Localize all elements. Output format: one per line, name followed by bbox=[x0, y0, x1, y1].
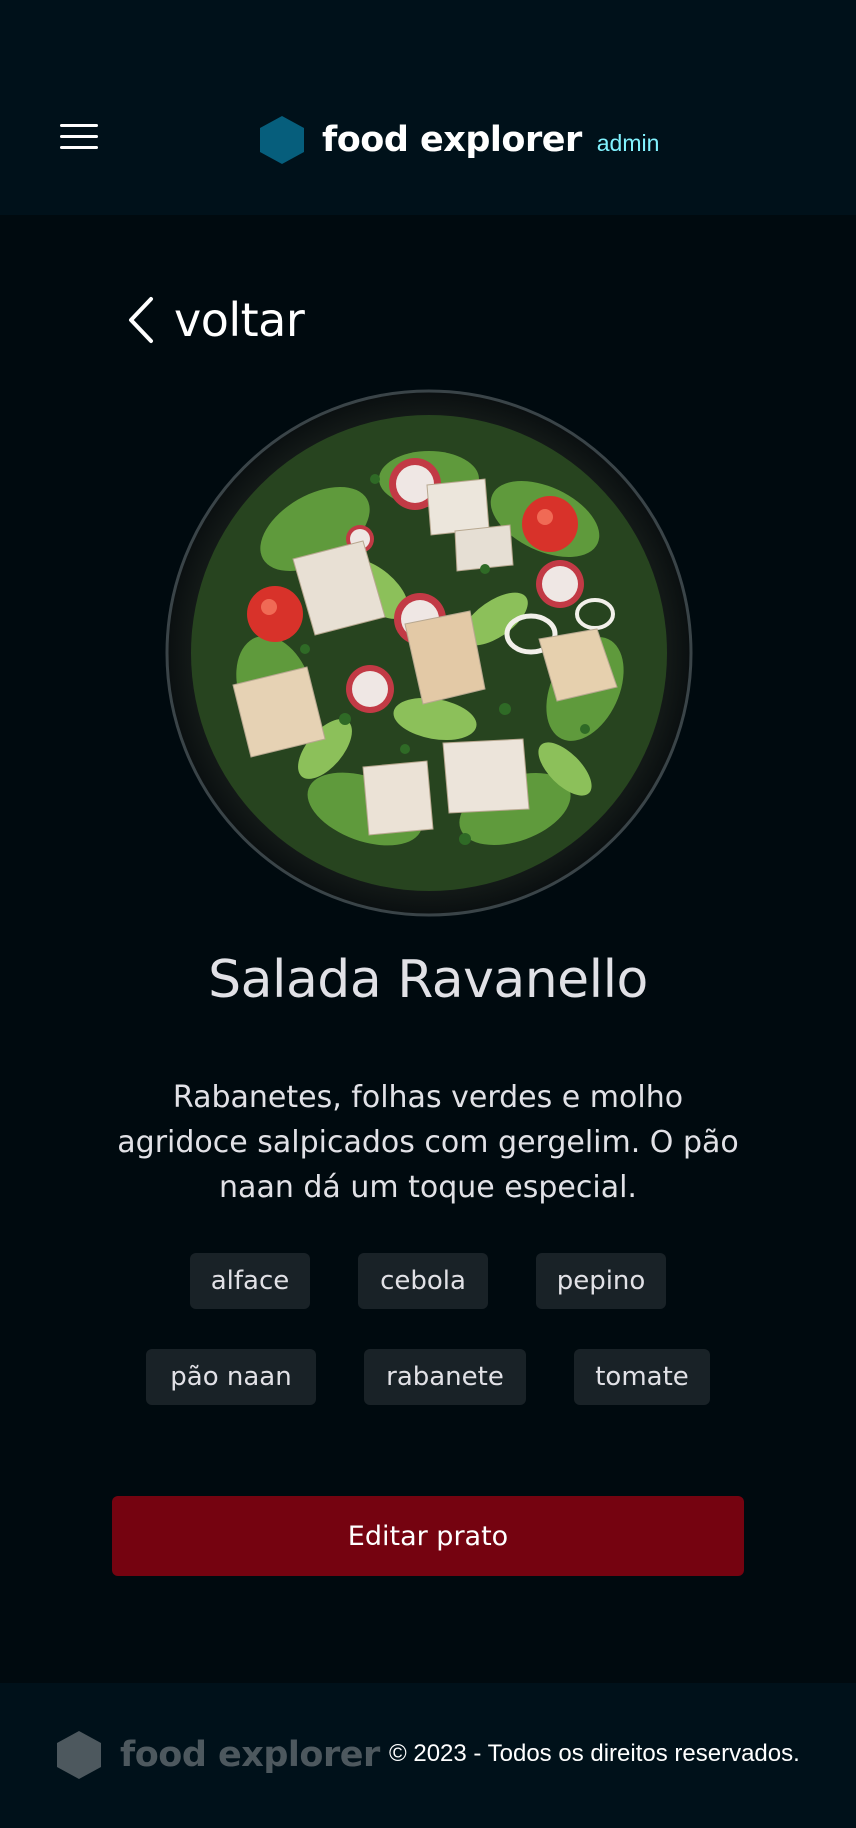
ingredient-tag: alface bbox=[190, 1253, 310, 1309]
ingredient-tag: tomate bbox=[574, 1349, 710, 1405]
ingredient-tag: pepino bbox=[536, 1253, 666, 1309]
chevron-left-icon bbox=[129, 297, 153, 343]
footer-brand-name: food explorer bbox=[120, 1735, 380, 1775]
back-label: voltar bbox=[174, 293, 305, 347]
app-footer: food explorer © 2023 - Todos os direitos… bbox=[0, 1683, 856, 1828]
dish-image bbox=[165, 389, 693, 917]
hexagon-logo-icon bbox=[260, 116, 304, 164]
role-badge: admin bbox=[596, 129, 660, 156]
menu-icon[interactable] bbox=[60, 120, 98, 152]
ingredient-tag: rabanete bbox=[364, 1349, 526, 1405]
ingredient-tag: cebola bbox=[358, 1253, 488, 1309]
dish-title: Salada Ravanello bbox=[208, 950, 648, 1010]
app-header: food explorer admin bbox=[0, 0, 856, 215]
dish-description: Rabanetes, folhas verdes e molho agridoc… bbox=[117, 1080, 739, 1205]
brand-logo[interactable]: food explorer admin bbox=[260, 114, 659, 166]
ingredient-tag: pão naan bbox=[146, 1349, 316, 1405]
hexagon-logo-icon bbox=[57, 1731, 101, 1779]
footer-brand: food explorer bbox=[57, 1729, 380, 1781]
edit-dish-button[interactable]: Editar prato bbox=[112, 1496, 744, 1576]
copyright-text: © 2023 - Todos os direitos reservados. bbox=[389, 1740, 800, 1767]
back-button[interactable]: voltar bbox=[126, 290, 305, 350]
brand-name: food explorer bbox=[322, 120, 582, 160]
